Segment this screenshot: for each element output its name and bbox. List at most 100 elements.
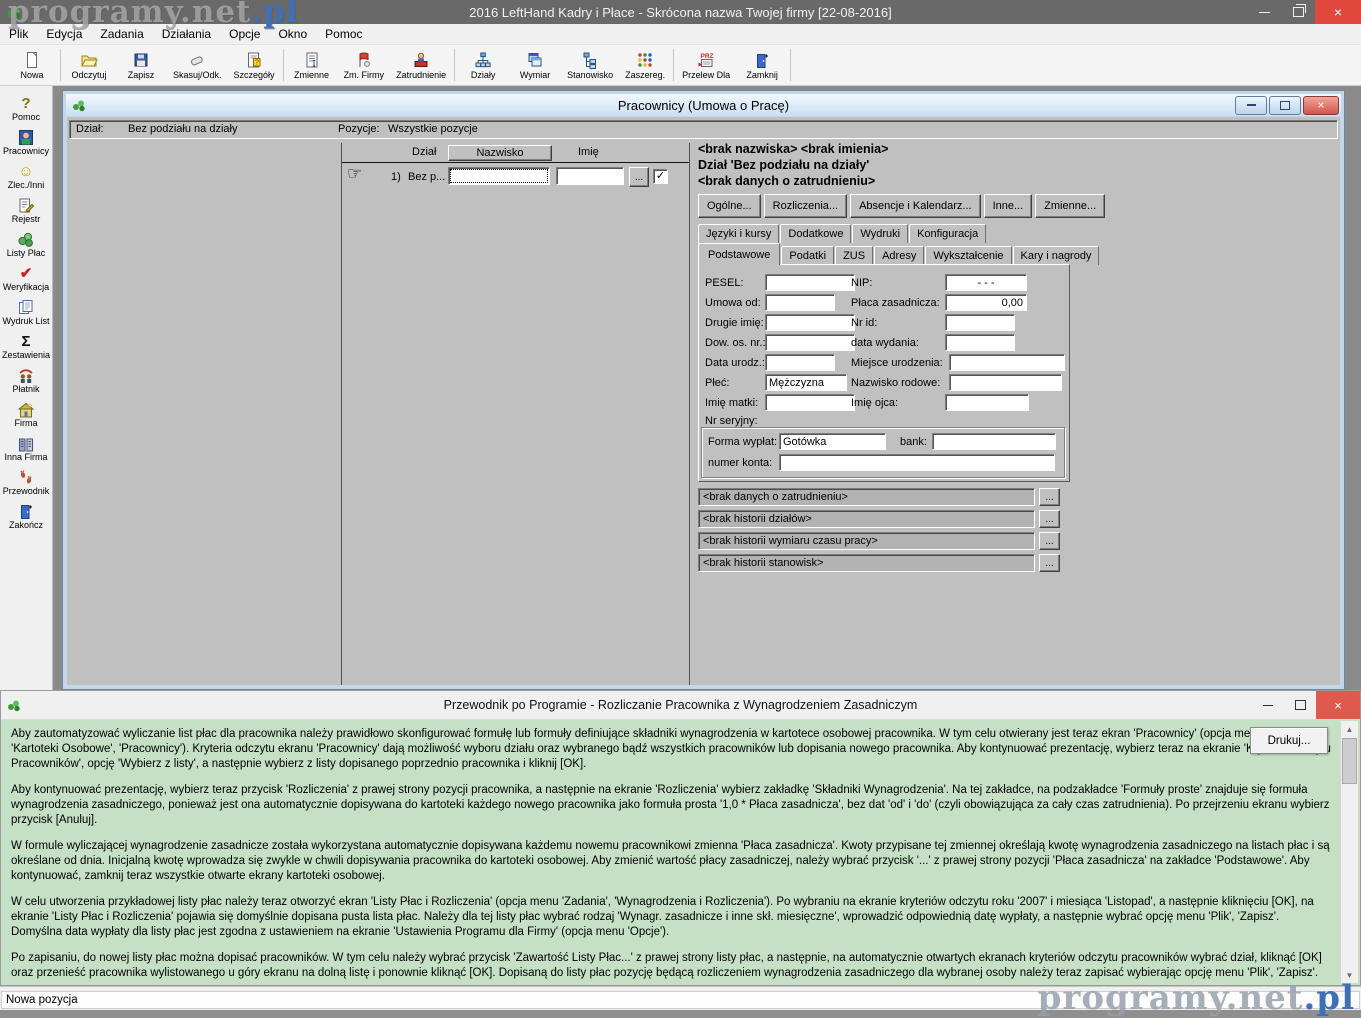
dowod-input[interactable] <box>765 334 855 351</box>
employee-row[interactable]: ☞ 1) Bez p... ... ✓ <box>342 163 689 190</box>
tab-adresy[interactable]: Adresy <box>874 246 924 265</box>
ogolne-button[interactable]: Ogólne... <box>698 194 761 218</box>
toolbar-dzialy[interactable]: Działy <box>457 45 509 85</box>
scroll-down-icon[interactable]: ▼ <box>1341 967 1358 983</box>
toolbar-zamknij[interactable]: Zamknij <box>736 45 788 85</box>
sidebar-item-weryfikacja[interactable]: ✔ Weryfikacja <box>0 262 52 296</box>
numer-konta-input[interactable] <box>779 454 1055 471</box>
nip-input[interactable]: - - - <box>945 274 1027 291</box>
plec-input[interactable]: Mężczyzna <box>765 374 847 391</box>
tab-podstawowe[interactable]: Podstawowe <box>698 243 780 265</box>
column-header-nazwisko-button[interactable]: Nazwisko <box>448 145 552 161</box>
guide-maximize-button[interactable] <box>1284 691 1316 719</box>
bank-input[interactable] <box>932 433 1056 450</box>
toolbar-zaszereg[interactable]: Zaszereg. <box>619 45 671 85</box>
nazwisko-rodowe-input[interactable] <box>949 374 1062 391</box>
column-header-imie[interactable]: Imię <box>578 146 599 158</box>
menu-zadania[interactable]: Zadania <box>91 25 152 43</box>
sidebar-item-zakoncz[interactable]: Zakończ <box>0 500 52 534</box>
row-checkbox[interactable]: ✓ <box>653 169 668 184</box>
menu-edycja[interactable]: Edycja <box>37 25 91 43</box>
tab-kary-i-nagrody[interactable]: Kary i nagrody <box>1013 246 1100 265</box>
nr-id-input[interactable] <box>945 314 1015 331</box>
imie-ojca-input[interactable] <box>945 394 1029 411</box>
menu-okno[interactable]: Okno <box>269 25 316 43</box>
toolbar-odczytuj[interactable]: Odczytuj <box>63 45 115 85</box>
employees-maximize-button[interactable] <box>1269 96 1301 115</box>
miejsce-urodzenia-input[interactable] <box>949 354 1065 371</box>
sidebar-item-pracownicy[interactable]: Pracownicy <box>0 126 52 160</box>
toolbar-stanowisko[interactable]: Stanowisko <box>561 45 619 85</box>
sidebar-item-platnik[interactable]: Płatnik <box>0 364 52 398</box>
rozliczenia-button[interactable]: Rozliczenia... <box>764 194 847 218</box>
sidebar-item-przewodnik[interactable]: Przewodnik <box>0 466 52 500</box>
forma-wyplat-input[interactable]: Gotówka <box>779 433 886 450</box>
toolbar-zm-firmy[interactable]: Zm. Firmy <box>338 45 391 85</box>
sidebar-item-wydruk-list[interactable]: Wydruk List <box>0 296 52 330</box>
toolbar-zmienne[interactable]: Zmienne <box>286 45 338 85</box>
toolbar-nowa[interactable]: Nowa <box>6 45 58 85</box>
sidebar-item-listy-plac[interactable]: Listy Płac <box>0 228 52 262</box>
guide-minimize-button[interactable] <box>1252 691 1284 719</box>
tab-dodatkowe[interactable]: Dodatkowe <box>780 224 851 243</box>
scrollbar-thumb[interactable] <box>1342 738 1357 784</box>
close-button[interactable]: × <box>1315 0 1361 24</box>
menu-plik[interactable]: Plik <box>0 25 37 43</box>
sidebar-item-pomoc[interactable]: ? Pomoc <box>0 92 52 126</box>
worktime-history-more-button[interactable]: ... <box>1039 532 1060 550</box>
drugie-imie-input[interactable] <box>765 314 855 331</box>
column-header-dzial[interactable]: Dział <box>412 146 436 158</box>
toolbar-zapisz[interactable]: Zapisz <box>115 45 167 85</box>
umowa-od-input[interactable] <box>765 294 835 311</box>
placa-zasadnicza-input[interactable]: 0,00 <box>945 294 1027 311</box>
sidebar-item-inna-firma[interactable]: Inna Firma <box>0 432 52 466</box>
sidebar-item-firma[interactable]: Firma <box>0 398 52 432</box>
employees-close-button[interactable]: × <box>1303 96 1339 115</box>
pesel-input[interactable] <box>765 274 855 291</box>
tab-wydruki[interactable]: Wydruki <box>852 224 908 243</box>
minimize-button[interactable] <box>1247 0 1281 24</box>
employees-window-titlebar[interactable]: Pracownicy (Umowa o Pracę) × <box>66 94 1341 116</box>
sidebar-item-rejestr[interactable]: Rejestr <box>0 194 52 228</box>
sidebar-label: Zestawienia <box>2 350 50 360</box>
sidebar-item-zlec-inni[interactable]: ☺ Zlec./Inni <box>0 160 52 194</box>
guide-window-titlebar[interactable]: Przewodnik po Programie - Rozliczanie Pr… <box>1 691 1360 720</box>
menu-pomoc[interactable]: Pomoc <box>316 25 371 43</box>
scroll-up-icon[interactable]: ▲ <box>1341 721 1358 737</box>
absencje-kalendarz-button[interactable]: Absencje i Kalendarz... <box>850 194 981 218</box>
menu-dzialania[interactable]: Działania <box>153 25 220 43</box>
toolbar-wymiar[interactable]: Wymiar <box>509 45 561 85</box>
toolbar: Nowa Odczytuj Zapisz Skasuj/Odk. ? Szcze… <box>0 45 1361 86</box>
zmienne-button[interactable]: Zmienne... <box>1035 194 1105 218</box>
employees-minimize-button[interactable] <box>1235 96 1267 115</box>
checkbox-check-icon: ✓ <box>656 171 665 182</box>
menu-opcje[interactable]: Opcje <box>220 25 269 43</box>
imie-matki-input[interactable] <box>765 394 855 411</box>
nazwisko-input[interactable] <box>448 167 550 185</box>
guide-scrollbar[interactable]: ▲ ▼ <box>1340 721 1358 983</box>
data-wydania-input[interactable] <box>945 334 1015 351</box>
guide-close-button[interactable]: × <box>1316 691 1360 719</box>
departments-history-more-button[interactable]: ... <box>1039 510 1060 528</box>
data-urodzenia-input[interactable] <box>765 354 835 371</box>
sidebar-item-zestawienia[interactable]: Σ Zestawienia <box>0 330 52 364</box>
inne-button[interactable]: Inne... <box>984 194 1033 218</box>
employment-more-button[interactable]: ... <box>1039 488 1060 506</box>
positions-history-more-button[interactable]: ... <box>1039 554 1060 572</box>
restore-button[interactable] <box>1281 0 1315 24</box>
print-button[interactable]: Drukuj... <box>1250 727 1328 754</box>
tab-konfiguracja[interactable]: Konfiguracja <box>909 224 986 243</box>
plec-label: Płeć: <box>705 377 729 389</box>
imie-input[interactable] <box>556 167 624 185</box>
row-more-button[interactable]: ... <box>629 167 649 187</box>
toolbar-zatrudnienie[interactable]: Zatrudnienie <box>390 45 452 85</box>
tab-podatki[interactable]: Podatki <box>781 246 834 265</box>
toolbar-przelew[interactable]: PRZ Przelew Dla <box>676 45 736 85</box>
toolbar-szczegoly[interactable]: ? Szczegóły <box>228 45 281 85</box>
tab-jezyki-i-kursy[interactable]: Języki i kursy <box>698 224 779 243</box>
sidebar-label: Pracownicy <box>3 146 49 156</box>
data-urodzenia-label: Data urodz.: <box>705 357 765 369</box>
tab-wyksztalcenie[interactable]: Wykształcenie <box>925 246 1011 265</box>
toolbar-skasuj[interactable]: Skasuj/Odk. <box>167 45 228 85</box>
tab-zus[interactable]: ZUS <box>835 246 873 265</box>
